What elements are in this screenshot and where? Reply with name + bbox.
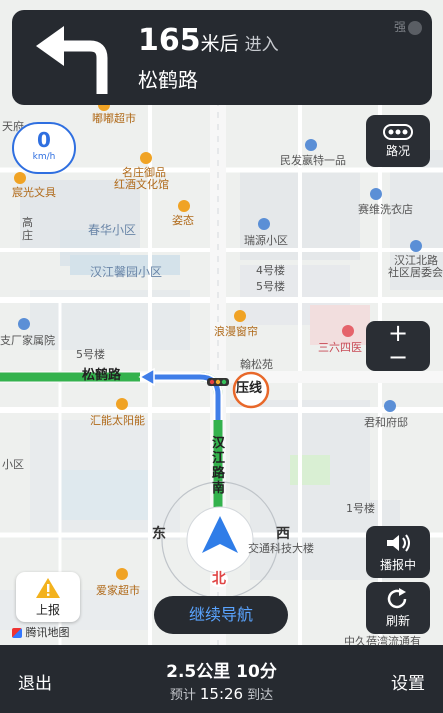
distance-value: 165 [138, 23, 201, 58]
poi-icon [14, 172, 26, 184]
poi-icon [342, 325, 354, 337]
map-label: 4号楼 [256, 264, 285, 277]
refresh-icon [387, 588, 407, 609]
report-button[interactable]: 上报 [16, 572, 80, 622]
camera-warning: 压线 [236, 381, 263, 396]
speed-unit: km/h [32, 152, 56, 162]
map-label: 赛维洗衣店 [358, 203, 413, 216]
next-road-name: 松鹤路 [138, 68, 198, 92]
map-label: 春华小区 [88, 223, 137, 237]
poi-icon [234, 310, 246, 322]
traffic-label: 路况 [385, 144, 410, 158]
map-label: 瑞源小区 [244, 234, 288, 247]
speed-value: 0 [37, 128, 51, 152]
map-label: 宸光文具 [12, 186, 56, 199]
map-label: 社区居委会 [388, 266, 443, 279]
distance-unit: 米后 [200, 33, 239, 55]
turn-guidance-banner: 165米后 进入 松鹤路 强 [12, 10, 432, 105]
poi-icon [178, 200, 190, 212]
map-label: 支厂家属院 [0, 334, 55, 347]
eta-prefix: 预计 [169, 688, 196, 703]
brand-name: 腾讯地图 [25, 626, 70, 639]
speedometer: 0 km/h [12, 122, 76, 174]
report-label: 上报 [35, 603, 60, 617]
poi-icon [370, 188, 382, 200]
map-label: 5号楼 [256, 280, 285, 293]
gps-signal-text: 强 [393, 20, 406, 34]
turn-left-arrow-icon [36, 26, 108, 94]
map-label: 高庄 [22, 216, 33, 242]
poi-icon [305, 139, 317, 151]
map-label: 汇能太阳能 [90, 414, 145, 427]
action-text: 进入 [244, 35, 279, 55]
poi-icon [258, 218, 270, 230]
poi-icon [18, 318, 30, 330]
poi-icon [410, 240, 422, 252]
map-label: 翰松苑 [240, 358, 273, 371]
map-label: 浪漫窗帘 [214, 325, 258, 338]
distance-to-turn: 165米后 进入 [138, 24, 279, 62]
broadcast-button[interactable]: 播报中 [366, 526, 430, 578]
gps-signal-icon [408, 20, 422, 35]
trip-summary: 2.5公里 10分 [166, 662, 277, 682]
refresh-label: 刷新 [385, 614, 410, 628]
map-label: 姿态 [172, 214, 194, 227]
eta-info: 预计 15:26 到达 [0, 684, 443, 703]
refresh-button[interactable]: 刷新 [366, 582, 430, 634]
map-label: 交通科技大楼 [248, 542, 314, 555]
gps-signal: 强 [394, 18, 422, 35]
speaker-icon [387, 534, 410, 552]
traffic-icon [383, 124, 413, 140]
warning-icon [36, 578, 60, 598]
poi-icon [116, 398, 128, 410]
map-label: 红酒文化馆 [114, 178, 169, 191]
tencent-map-icon [12, 628, 22, 638]
compass-north: 北 [210, 571, 228, 587]
poi-icon [116, 568, 128, 580]
map-label: 民发嬴特一品 [280, 154, 346, 167]
map-label: 君和府邸 [364, 416, 408, 429]
map-label: 三六四医 [318, 341, 362, 354]
poi-icon [140, 152, 152, 164]
map-label: 小区 [2, 458, 24, 471]
map-label: 嘟嘟超市 [92, 112, 136, 125]
map-label: 爱家超市 [96, 584, 140, 597]
zoom-control: + − [366, 321, 430, 371]
map-label: 5号楼 [76, 348, 105, 361]
settings-button[interactable]: 设置 [391, 669, 425, 694]
map-label: 1号楼 [346, 502, 375, 515]
zoom-out-button[interactable]: − [366, 345, 430, 371]
road-label-songhe: 松鹤路 [82, 368, 122, 383]
bottom-bar: 退出 2.5公里 10分 预计 15:26 到达 设置 [0, 645, 443, 713]
broadcast-label: 播报中 [379, 558, 416, 572]
map-label: 汉江馨园小区 [90, 265, 163, 279]
poi-icon [384, 400, 396, 412]
compass-east: 东 [152, 526, 166, 542]
eta-suffix: 到达 [247, 688, 274, 703]
traffic-button[interactable]: 路况 [366, 115, 430, 167]
brand-logo: 腾讯地图 [12, 624, 70, 640]
continue-navigation-button[interactable]: 继续导航 [154, 596, 288, 634]
eta-time: 15:26 [199, 685, 244, 703]
compass-west: 西 [276, 526, 290, 542]
road-label-hanjiang: 汉江路南 [212, 436, 226, 496]
